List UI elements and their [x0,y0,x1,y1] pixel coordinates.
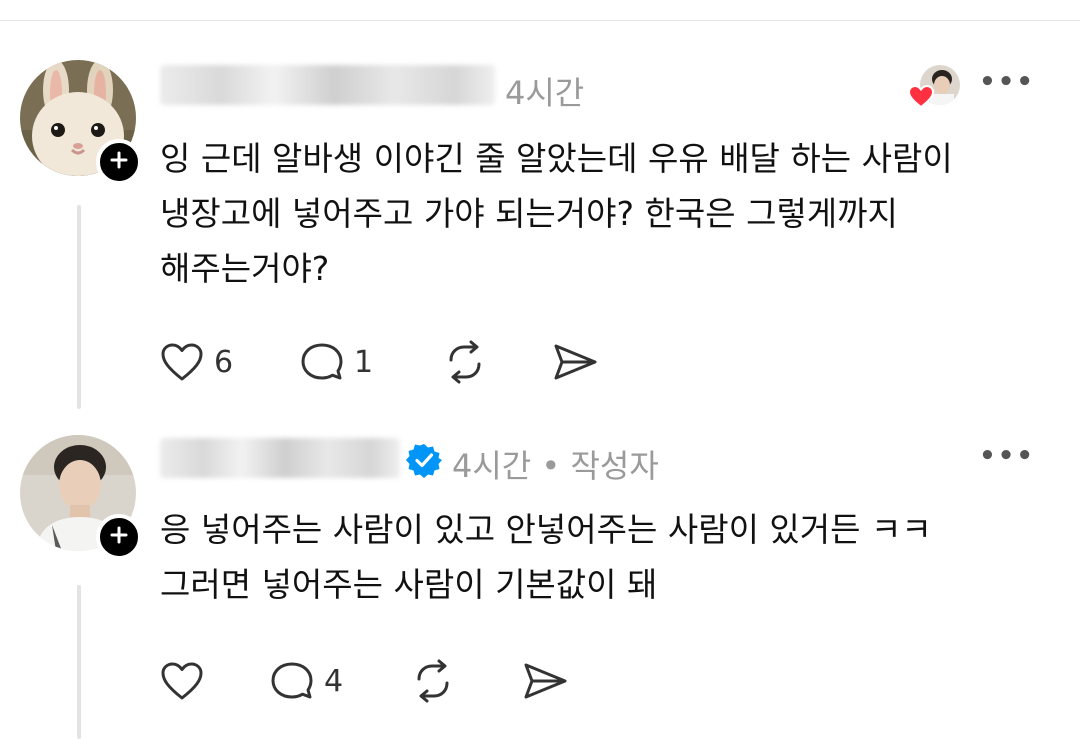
plus-icon [109,150,129,174]
comment-icon [270,660,314,702]
reply-count: 4 [324,663,344,699]
action-bar: 6 1 [160,337,640,387]
comment-post: 4시간 • 작성자 ••• 응 넣어주는 사람이 있고 안넣어주는 사람이 있거… [0,430,1080,739]
more-icon[interactable]: ••• [979,67,1035,97]
repost-icon [442,340,488,384]
like-count: 6 [214,344,234,380]
like-button[interactable] [160,656,204,706]
reply-button[interactable]: 1 [300,337,373,387]
share-button[interactable] [552,337,598,387]
follow-button[interactable] [96,514,142,560]
heart-icon [160,661,204,701]
share-button[interactable] [522,656,568,706]
like-button[interactable]: 6 [160,337,233,387]
post-time: 4시간 [505,74,585,112]
heart-badge-icon [907,84,935,113]
action-bar: 4 [160,656,580,706]
share-icon [552,342,598,382]
thread-line [77,205,81,409]
post-text-line: 그러면 넣어주는 사람이 기본값이 돼 [160,565,658,604]
post-text-line: 잉 근데 알바생 이야긴 줄 알았는데 우유 배달 하는 사람이 [160,139,953,178]
thread-line [77,585,81,739]
top-divider [0,20,1080,21]
follow-button[interactable] [96,139,142,185]
reply-button[interactable]: 4 [270,656,343,706]
repost-button[interactable] [442,337,488,387]
post-text-line: 응 넣어주는 사람이 있고 안넣어주는 사람이 있거든 ㅋㅋ [160,510,932,549]
repost-icon [410,659,456,703]
heart-icon [160,342,204,382]
verified-icon [406,442,442,482]
reply-count: 1 [354,344,374,380]
more-icon[interactable]: ••• [979,441,1035,471]
share-icon [522,661,568,701]
comment-icon [300,341,344,383]
plus-icon [109,525,129,549]
post-text-line: 해주는거야? [160,249,330,288]
post-text-line: 냉장고에 넣어주고 가야 되는거야? 한국은 그렇게까지 [160,194,898,233]
username-blurred[interactable] [160,438,400,478]
comment-post: 4시간 ••• 잉 근데 알바생 이야긴 줄 알았는데 우유 배달 하는 사람이… [0,55,1080,415]
post-time: 4시간 • 작성자 [452,447,659,485]
username-blurred[interactable] [160,65,495,105]
repost-button[interactable] [410,656,456,706]
